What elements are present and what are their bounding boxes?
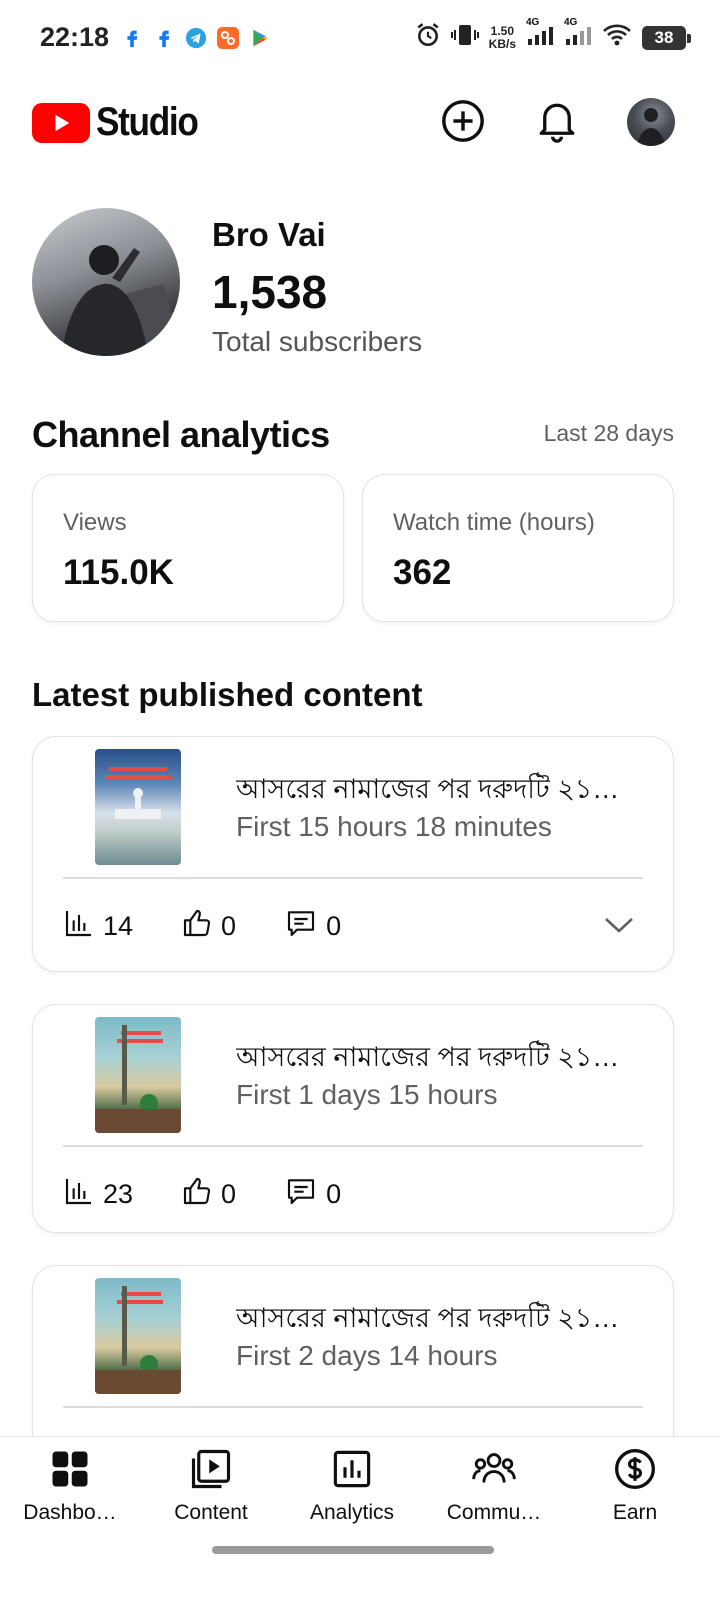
subscriber-label: Total subscribers — [212, 326, 423, 357]
bar-chart-icon — [63, 1175, 95, 1214]
analytics-date-range: Last 28 days — [543, 420, 674, 446]
net-speed: 1.50 KB/s — [488, 23, 516, 51]
likes-metric: 0 — [181, 1175, 236, 1214]
watch-time-card[interactable]: Watch time (hours) 362 — [362, 474, 674, 622]
dashboard-icon — [48, 1447, 92, 1491]
nav-earn-label: Earn — [612, 1501, 658, 1524]
watch-time-value: 362 — [393, 553, 452, 592]
watch-time-label: Watch time (hours) — [393, 509, 595, 536]
comments-metric: 0 — [284, 907, 341, 946]
battery-indicator: 38 — [642, 25, 691, 50]
video-thumbnail[interactable] — [95, 1017, 181, 1133]
nav-dashboard-label: Dashbo… — [23, 1501, 117, 1524]
chevron-down-icon — [603, 915, 635, 940]
video-performance-window: First 2 days 14 hours — [236, 1340, 498, 1371]
status-right: 1.50 KB/s 4G 4G 38 — [415, 17, 691, 53]
expand-button[interactable] — [601, 909, 637, 945]
signal-icon: 4G — [526, 17, 554, 52]
content-card[interactable]: আসরের নামাজের পর দরুদটি ২১বার পড়ুন Firs… — [32, 1004, 674, 1233]
community-icon — [472, 1447, 516, 1491]
nav-community[interactable]: Commu… — [424, 1447, 564, 1537]
nav-earn[interactable]: Earn — [565, 1447, 705, 1537]
telegram-icon — [184, 26, 208, 50]
vibrate-icon — [450, 22, 479, 53]
youtube-studio-logo[interactable]: Studio — [32, 100, 211, 145]
create-button[interactable] — [438, 98, 488, 148]
bottom-navigation: Dashbo… Content Analytics Commu… Earn — [0, 1436, 720, 1600]
likes-metric: 0 — [181, 907, 236, 946]
play-store-icon — [248, 26, 272, 50]
video-metrics: 14 0 0 — [63, 907, 389, 946]
logo-text: Studio — [96, 100, 199, 144]
app-bar: Studio — [0, 88, 720, 160]
video-performance-window: First 15 hours 18 minutes — [236, 811, 552, 842]
video-title: আসরের নামাজের পর দরুদটি ২১বার পড়ুন — [236, 1042, 636, 1072]
bell-icon — [536, 98, 578, 149]
views-metric: 14 — [63, 907, 133, 946]
video-performance-window: First 1 days 15 hours — [236, 1079, 498, 1110]
analytics-title: Channel analytics — [32, 414, 330, 455]
status-time: 22:18 — [40, 22, 110, 52]
subscriber-count: 1,538 — [212, 266, 328, 318]
nav-dashboard[interactable]: Dashbo… — [0, 1447, 140, 1537]
nav-analytics[interactable]: Analytics — [282, 1447, 422, 1537]
channel-avatar[interactable] — [32, 208, 180, 356]
add-circle-icon — [440, 98, 486, 149]
comment-icon — [284, 907, 318, 946]
divider — [63, 1406, 643, 1408]
divider — [63, 877, 643, 879]
notification-icons — [120, 26, 272, 50]
views-metric: 23 — [63, 1175, 133, 1214]
views-label: Views — [63, 509, 127, 536]
bar-chart-icon — [63, 907, 95, 946]
nav-content[interactable]: Content — [141, 1447, 281, 1537]
alarm-icon — [415, 22, 441, 53]
content-icon — [189, 1447, 233, 1491]
wifi-icon — [602, 23, 632, 52]
account-avatar[interactable] — [627, 98, 675, 146]
latest-content-title: Latest published content — [32, 676, 423, 713]
facebook-icon — [120, 26, 144, 50]
video-title: আসরের নামাজের পর দরুদটি ২১বার পড়ুন — [236, 1303, 636, 1333]
comment-icon — [284, 1175, 318, 1214]
home-indicator[interactable] — [212, 1546, 494, 1554]
facebook-icon — [152, 26, 176, 50]
nav-community-label: Commu… — [446, 1501, 542, 1524]
video-thumbnail[interactable] — [95, 1278, 181, 1394]
analytics-icon — [330, 1447, 374, 1491]
comments-metric: 0 — [284, 1175, 341, 1214]
thumbs-up-icon — [181, 1175, 213, 1214]
video-thumbnail[interactable] — [95, 749, 181, 865]
divider — [63, 1145, 643, 1147]
earn-icon — [613, 1447, 657, 1491]
youtube-play-icon — [32, 102, 90, 143]
views-value: 115.0K — [63, 553, 174, 592]
nav-content-label: Content — [174, 1501, 248, 1524]
status-bar: 22:18 1.50 KB/s 4G 4G 38 — [0, 0, 720, 78]
nav-analytics-label: Analytics — [309, 1501, 395, 1524]
notifications-button[interactable] — [532, 98, 582, 148]
channel-name: Bro Vai — [212, 216, 326, 253]
signal-icon-2: 4G — [564, 17, 592, 52]
thumbs-up-icon — [181, 907, 213, 946]
app-icon — [216, 26, 240, 50]
content-card[interactable]: আসরের নামাজের পর দরুদটি ২১বার পড়ুন Firs… — [32, 736, 674, 972]
video-metrics: 23 0 0 — [63, 1175, 389, 1214]
views-card[interactable]: Views 115.0K — [32, 474, 344, 622]
video-title: আসরের নামাজের পর দরুদটি ২১বার পড়ুন — [236, 774, 636, 804]
